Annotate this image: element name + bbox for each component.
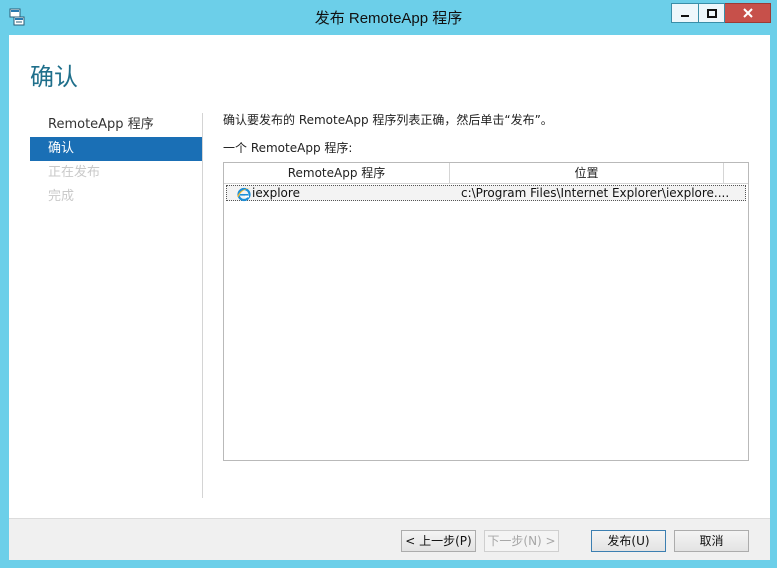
- column-header-location[interactable]: 位置: [450, 163, 724, 183]
- window-title: 发布 RemoteApp 程序: [314, 10, 463, 27]
- wizard-footer: < 上一步(P) 下一步(N) > 发布(U) 取消: [9, 518, 770, 560]
- program-name: iexplore: [252, 186, 300, 200]
- step-confirm[interactable]: 确认: [30, 137, 202, 161]
- step-complete: 完成: [48, 189, 75, 204]
- publish-remoteapp-window: 发布 RemoteApp 程序 确认 RemoteApp 程序 确认 正在发布 …: [0, 0, 777, 568]
- list-header: RemoteApp 程序 位置: [224, 163, 748, 184]
- next-button: 下一步(N) >: [484, 530, 559, 552]
- step-publishing: 正在发布: [48, 165, 101, 180]
- page-title: 确认: [30, 63, 78, 91]
- close-button[interactable]: [725, 3, 771, 23]
- cancel-button[interactable]: 取消: [674, 530, 749, 552]
- maximize-icon: [706, 4, 717, 23]
- back-button[interactable]: < 上一步(P): [401, 530, 476, 552]
- title-bar[interactable]: 发布 RemoteApp 程序: [0, 0, 777, 35]
- program-count-label: 一个 RemoteApp 程序:: [223, 141, 353, 155]
- program-list[interactable]: RemoteApp 程序 位置 iexplore c:\Program File…: [223, 162, 749, 461]
- internet-explorer-icon: [236, 186, 252, 202]
- program-location: c:\Program Files\Internet Explorer\iexpl…: [461, 186, 730, 200]
- column-header-program[interactable]: RemoteApp 程序: [224, 163, 450, 183]
- minimize-button[interactable]: [671, 3, 699, 23]
- steps-divider: [202, 113, 203, 498]
- table-row[interactable]: iexplore c:\Program Files\Internet Explo…: [226, 185, 746, 202]
- wizard-content: 确认 RemoteApp 程序 确认 正在发布 完成 确认要发布的 Remote…: [9, 35, 770, 518]
- close-icon: [742, 4, 754, 23]
- publish-button[interactable]: 发布(U): [591, 530, 666, 552]
- instruction-text: 确认要发布的 RemoteApp 程序列表正确，然后单击“发布”。: [223, 113, 553, 127]
- wizard-steps: RemoteApp 程序 确认 正在发布 完成: [30, 113, 202, 209]
- minimize-icon: [680, 4, 690, 23]
- step-remoteapp-programs[interactable]: RemoteApp 程序: [30, 113, 202, 137]
- maximize-button[interactable]: [699, 3, 725, 23]
- column-header-filler: [724, 163, 748, 183]
